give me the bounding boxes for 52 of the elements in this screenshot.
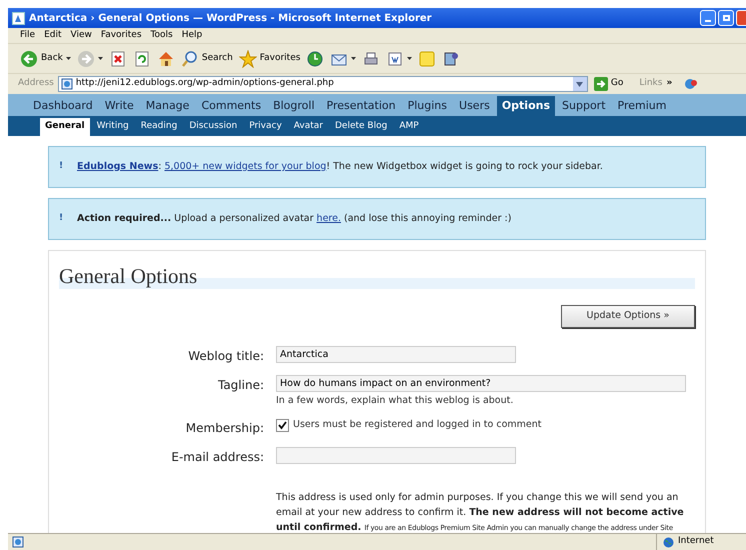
- notice-link[interactable]: 5,000+ new widgets for your blog: [164, 160, 326, 172]
- menu-item[interactable]: View: [70, 28, 92, 42]
- menu-item[interactable]: Edit: [44, 28, 62, 42]
- checkbox-label: Users must be registered and logged in to comment: [293, 418, 542, 432]
- favorites-button[interactable]: Favorites: [238, 50, 300, 68]
- menu-item[interactable]: Help: [182, 28, 202, 42]
- subnav-tab[interactable]: AMP: [394, 118, 424, 136]
- nav-tab[interactable]: Comments: [196, 96, 266, 116]
- zone-label: Internet: [678, 535, 714, 548]
- notice-link[interactable]: here.: [316, 212, 341, 224]
- nav-tab[interactable]: Presentation: [322, 96, 401, 116]
- field-hint: In a few words, explain what this weblog is about.: [276, 394, 514, 408]
- exclamation-icon: !: [59, 212, 65, 226]
- nav-tab[interactable]: Manage: [140, 96, 194, 116]
- nav-tab[interactable]: Premium: [612, 96, 672, 116]
- field-label: Weblog title:: [188, 348, 264, 365]
- subnav-tab[interactable]: Writing: [92, 118, 134, 136]
- nav-tab[interactable]: Plugins: [402, 96, 452, 116]
- notice-text: Edublogs News: 5,000+ new widgets for your blog! The new Widgetbox widget is going to rock your sidebar.: [77, 160, 603, 174]
- exclamation-icon: !: [59, 160, 65, 174]
- menu-item[interactable]: File: [20, 28, 36, 42]
- address-field[interactable]: http://jeni12.edublogs.org/wp-admin/options-general.php: [58, 76, 588, 92]
- nav-tab[interactable]: Dashboard: [28, 96, 98, 116]
- field-label: E-mail address:: [171, 449, 264, 466]
- subnav-tab[interactable]: Delete Blog: [330, 118, 392, 136]
- subnav-tab[interactable]: Avatar: [288, 118, 328, 136]
- subnav-tab[interactable]: Privacy: [244, 118, 287, 136]
- url-text: http://jeni12.edublogs.org/wp-admin/options-general.php: [76, 77, 334, 90]
- nav-tab[interactable]: Options: [496, 96, 556, 116]
- back-button[interactable]: Back: [20, 50, 71, 68]
- go-button[interactable]: Go: [592, 77, 626, 91]
- window-title: Antarctica › General Options — WordPress - Microsoft Internet Explorer: [29, 12, 432, 26]
- page-heading: General Options: [59, 263, 198, 289]
- subnav-tab[interactable]: General: [40, 118, 90, 136]
- field-label: Tagline:: [218, 377, 264, 394]
- text-field[interactable]: How do humans impact on an environment?: [276, 375, 686, 392]
- nav-tab[interactable]: Support: [557, 96, 611, 116]
- notice-text: Action required... Upload a personalized avatar here. (and lose this annoying reminder :): [77, 212, 512, 226]
- news-link[interactable]: Edublogs News: [77, 160, 158, 172]
- nav-tab[interactable]: Users: [454, 96, 495, 116]
- field-label: Membership:: [186, 420, 264, 438]
- subnav-tab[interactable]: Discussion: [184, 118, 242, 136]
- nav-tab[interactable]: Write: [100, 96, 139, 116]
- subnav-tab[interactable]: Reading: [136, 118, 182, 136]
- menu-item[interactable]: Favorites: [100, 28, 142, 42]
- update-options-button[interactable]: Update Options »: [561, 305, 695, 328]
- search-button[interactable]: Search: [180, 50, 233, 68]
- text-field[interactable]: Antarctica: [276, 346, 516, 363]
- links-button[interactable]: Links »: [639, 77, 672, 91]
- menu-item[interactable]: Tools: [150, 28, 173, 42]
- address-label: Address: [18, 77, 54, 90]
- nav-tab[interactable]: Blogroll: [268, 96, 320, 116]
